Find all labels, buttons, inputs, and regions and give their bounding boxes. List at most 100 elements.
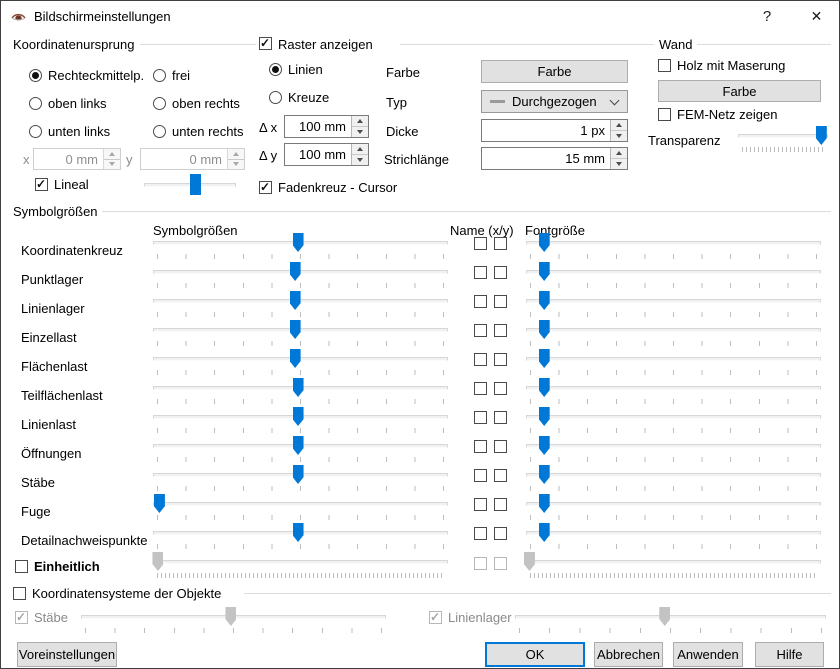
spin-up-icon[interactable] [228,149,244,159]
radio-unten-links[interactable] [29,125,42,138]
radio-linien[interactable] [269,63,282,76]
font-size-thumb[interactable] [539,291,550,310]
origin-y-field[interactable]: 0 mm [140,148,245,170]
font-size-slider[interactable] [526,493,821,522]
symbol-size-slider[interactable] [153,261,448,290]
symbol-size-slider[interactable] [153,435,448,464]
symbol-size-slider[interactable] [153,464,448,493]
spin-down-icon[interactable] [104,159,120,170]
linetype-dropdown[interactable]: Durchgezogen [481,90,628,113]
name-y-checkbox[interactable] [494,237,507,250]
name-y-checkbox[interactable] [494,469,507,482]
radio-label-unten-links[interactable]: unten links [48,124,110,139]
close-button[interactable]: ✕ [794,1,839,31]
symbol-size-thumb[interactable] [154,494,165,513]
symbol-size-slider[interactable] [153,493,448,522]
symbol-size-thumb[interactable] [290,349,301,368]
font-size-thumb[interactable] [539,320,550,339]
holz-mit-maserung-checkbox[interactable] [658,59,671,72]
font-size-thumb[interactable] [539,378,550,397]
symbol-size-slider[interactable] [153,406,448,435]
name-y-checkbox[interactable] [494,324,507,337]
name-y-checkbox[interactable] [494,411,507,424]
radio-label-kreuze[interactable]: Kreuze [288,90,329,105]
name-y-checkbox[interactable] [494,353,507,366]
spin-up-icon[interactable] [611,120,627,130]
einheitlich-name-x-checkbox[interactable] [474,557,487,570]
lineal-label[interactable]: Lineal [54,177,89,192]
fadenkreuz-label[interactable]: Fadenkreuz - Cursor [278,180,397,195]
spinner-arrows[interactable] [351,116,368,137]
radio-label-frei[interactable]: frei [172,68,190,83]
font-size-thumb[interactable] [539,349,550,368]
radio-kreuze[interactable] [269,91,282,104]
font-size-thumb[interactable] [539,407,550,426]
group-title-raster-anzeigen[interactable]: Raster anzeigen [278,37,373,52]
fem-netz-label[interactable]: FEM-Netz zeigen [677,107,777,122]
symbol-size-slider[interactable] [153,290,448,319]
spin-down-icon[interactable] [228,159,244,170]
abbrechen-button[interactable]: Abbrechen [594,642,663,667]
spin-up-icon[interactable] [352,116,368,126]
symbol-size-thumb[interactable] [293,378,304,397]
name-x-checkbox[interactable] [474,440,487,453]
name-y-checkbox[interactable] [494,382,507,395]
spin-down-icon[interactable] [611,130,627,141]
origin-slider[interactable] [144,174,236,203]
symbol-size-slider[interactable] [153,232,448,261]
radio-frei[interactable] [153,69,166,82]
name-x-checkbox[interactable] [474,469,487,482]
name-y-checkbox[interactable] [494,527,507,540]
transparenz-slider-thumb[interactable] [816,126,827,145]
linienlager-system-slider[interactable] [515,606,826,635]
spinner-arrows[interactable] [227,149,244,169]
radio-label-linien[interactable]: Linien [288,62,323,77]
font-size-slider[interactable] [526,522,821,551]
symbol-size-thumb[interactable] [290,262,301,281]
fadenkreuz-checkbox[interactable] [259,181,272,194]
spin-down-icon[interactable] [611,158,627,169]
delta-y-field[interactable]: 100 mm [284,143,369,166]
symbol-size-thumb[interactable] [293,465,304,484]
linienlager-system-checkbox[interactable] [429,611,442,624]
spinner-arrows[interactable] [610,148,627,169]
name-x-checkbox[interactable] [474,411,487,424]
spin-up-icon[interactable] [104,149,120,159]
font-size-slider[interactable] [526,377,821,406]
name-y-checkbox[interactable] [494,498,507,511]
symbol-size-slider[interactable] [153,348,448,377]
lineal-checkbox[interactable] [35,178,48,191]
spinner-arrows[interactable] [351,144,368,165]
font-size-thumb[interactable] [539,233,550,252]
spin-up-icon[interactable] [611,148,627,158]
einheitlich-font-slider[interactable] [526,551,821,580]
symbol-size-slider[interactable] [153,377,448,406]
radio-label-oben-rechts[interactable]: oben rechts [172,96,240,111]
symbol-size-thumb[interactable] [293,407,304,426]
name-x-checkbox[interactable] [474,498,487,511]
linienlager-system-thumb[interactable] [659,607,670,626]
delta-x-field[interactable]: 100 mm [284,115,369,138]
symbol-size-thumb[interactable] [290,320,301,339]
spin-up-icon[interactable] [352,144,368,154]
radio-oben-rechts[interactable] [153,97,166,110]
name-x-checkbox[interactable] [474,324,487,337]
name-x-checkbox[interactable] [474,382,487,395]
einheitlich-symbol-slider[interactable] [153,551,448,580]
symbol-size-slider[interactable] [153,522,448,551]
name-x-checkbox[interactable] [474,266,487,279]
font-size-thumb[interactable] [539,523,550,542]
group-title-koordinatensysteme[interactable]: Koordinatensysteme der Objekte [32,586,221,601]
font-size-thumb[interactable] [539,436,550,455]
holz-mit-maserung-label[interactable]: Holz mit Maserung [677,58,785,73]
staebe-system-slider[interactable] [81,606,386,635]
font-size-slider[interactable] [526,348,821,377]
name-x-checkbox[interactable] [474,527,487,540]
einheitlich-font-thumb[interactable] [524,552,535,571]
font-size-slider[interactable] [526,290,821,319]
radio-unten-rechts[interactable] [153,125,166,138]
staebe-system-thumb[interactable] [225,607,236,626]
spinner-arrows[interactable] [610,120,627,141]
font-size-slider[interactable] [526,406,821,435]
name-x-checkbox[interactable] [474,295,487,308]
